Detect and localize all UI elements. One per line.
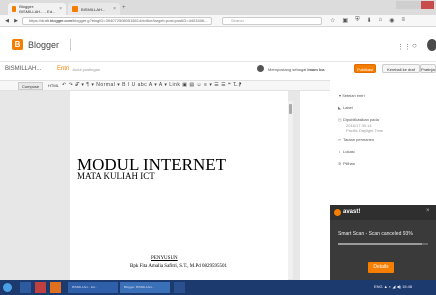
- status-prefix: Mempostang sebagai: [268, 67, 307, 72]
- word-icon[interactable]: [174, 282, 185, 293]
- document-penyusun: PENYUSUN: [151, 256, 178, 261]
- menu-icon[interactable]: ≡: [401, 17, 405, 24]
- tab-bismillah[interactable]: BISMILLAH... ×: [68, 3, 120, 15]
- home-icon[interactable]: ⌂: [379, 17, 383, 24]
- published-timezone: Pacific Daylight Time: [346, 128, 384, 133]
- maximize-button[interactable]: [408, 1, 422, 9]
- editor-toolbar: Compose HTML ↶ ↷ 𝒯 ▾ ¶ ▾ Normal ▾ B I U …: [0, 80, 330, 91]
- options-label: Pilihan: [343, 161, 356, 166]
- firefox-icon[interactable]: [50, 282, 61, 293]
- system-tray[interactable]: ENG ▲ ◐ ◢ ◀) 15:48: [374, 284, 412, 289]
- blogger-favicon-icon: [72, 6, 78, 12]
- publish-button[interactable]: Publikasi: [354, 64, 376, 73]
- settings-header[interactable]: ▾ Setelan entri: [339, 93, 365, 98]
- explorer-icon[interactable]: [20, 282, 31, 293]
- close-icon[interactable]: ×: [59, 6, 62, 12]
- notifications-icon[interactable]: ○: [412, 41, 417, 50]
- header-divider: [70, 39, 71, 51]
- browser-toolbar-icons: ☆ ▣ ⛨ ⬇ ⌂ ◉ ≡: [330, 17, 405, 24]
- editor-scrollbar[interactable]: [288, 101, 293, 279]
- blog-name[interactable]: BISMILLAH...: [5, 66, 41, 72]
- browser-search-input[interactable]: Search: [222, 17, 322, 25]
- blogger-header: B Blogger ⋮⋮ ○: [0, 28, 436, 62]
- preview-button[interactable]: Pratinjau: [420, 64, 436, 73]
- blogger-favicon-icon: [12, 6, 17, 12]
- document-subtitle: MATA KULIAH ICT: [77, 171, 155, 181]
- browser-toolbar: ◀ ▶ https://draft.blogger.com/blogger.g?…: [0, 15, 436, 27]
- back-icon[interactable]: ◀: [3, 17, 11, 25]
- url-path: /blogger.g?blogID=3940725080515614/edito…: [71, 18, 208, 23]
- window-close-button[interactable]: [421, 1, 435, 9]
- editor-area: MODUL INTERNET MATA KULIAH ICT PENYUSUN …: [0, 91, 300, 280]
- document-page[interactable]: MODUL INTERNET MATA KULIAH ICT PENYUSUN …: [70, 91, 288, 280]
- avast-name: avast!: [343, 209, 361, 215]
- blogger-title[interactable]: Blogger: [28, 40, 59, 50]
- avast-logo-icon: [334, 209, 341, 216]
- taskbar-task-browser[interactable]: BISMILLAH... Ed...: [68, 282, 118, 293]
- start-button[interactable]: [3, 283, 12, 292]
- settings-header-label: Setelan entri: [342, 93, 365, 98]
- avast-titlebar: avast! ×: [330, 205, 436, 220]
- media-player-icon[interactable]: [35, 282, 46, 293]
- entry-label: Entri: [57, 66, 70, 72]
- forward-icon[interactable]: ▶: [12, 17, 20, 25]
- scrollbar-thumb[interactable]: [289, 104, 292, 114]
- shield-icon[interactable]: ⛨: [355, 17, 360, 24]
- compose-mode-button[interactable]: Compose: [18, 82, 44, 90]
- window-controls: [396, 1, 435, 9]
- settings-permalink[interactable]: ∞ Tautan permanen: [338, 137, 374, 142]
- avast-progress-fill: [338, 243, 422, 245]
- revert-to-draft-button[interactable]: Kembali ke draf: [382, 64, 420, 73]
- document-author: Bpk Fita Amalia Safitri, S.T., M.Pd 0829…: [130, 264, 227, 269]
- tab-label: Blogger: BISMILLAH... - Ed...: [19, 4, 56, 14]
- tab-label: BISMILLAH...: [81, 6, 106, 12]
- avatar[interactable]: [427, 39, 436, 51]
- avast-notification: avast! × Smart Scan - Scan canceled 93% …: [330, 205, 436, 280]
- apps-grid-icon[interactable]: ⋮⋮: [397, 43, 411, 51]
- tab-blogger-editor[interactable]: Blogger: BISMILLAH... - Ed... ×: [8, 3, 66, 15]
- post-title-input[interactable]: Judul postingan: [72, 67, 100, 72]
- settings-options[interactable]: ✲ Pilihan: [338, 161, 355, 166]
- settings-published-on[interactable]: ◷ Dipublikasikan pada: [338, 117, 379, 122]
- avast-details-button[interactable]: Details: [368, 262, 394, 273]
- settings-labels[interactable]: ◣ Label: [338, 105, 353, 110]
- html-mode-button[interactable]: HTML: [45, 82, 62, 90]
- new-tab-button[interactable]: +: [122, 5, 126, 11]
- download-icon[interactable]: ⬇: [367, 17, 372, 24]
- browser-tab-strip: Blogger: BISMILLAH... - Ed... × BISMILLA…: [0, 0, 436, 15]
- extension-icon[interactable]: ◉: [389, 17, 394, 24]
- url-bar[interactable]: https://draft.blogger.com/blogger.g?blog…: [22, 17, 212, 25]
- close-icon[interactable]: ×: [426, 208, 430, 214]
- star-icon[interactable]: ☆: [330, 17, 335, 24]
- location-label: Lokasi: [343, 149, 355, 154]
- avast-progress-bar: [338, 243, 428, 245]
- settings-location[interactable]: ♁ Lokasi: [338, 149, 355, 154]
- user-icon: [257, 65, 264, 72]
- published-on-label: Dipublikasikan pada: [343, 117, 379, 122]
- labels-label: Label: [343, 105, 353, 110]
- blogger-logo-icon[interactable]: B: [12, 39, 23, 50]
- post-title-bar: BISMILLAH... Entri Judul postingan Mempo…: [0, 62, 436, 80]
- formatting-tools[interactable]: ↶ ↷ 𝒯 ▾ ¶ ▾ Normal ▾ B I U abc A ▾ A ▾ L…: [62, 82, 242, 88]
- url-prefix: https://draft.: [29, 18, 51, 23]
- posting-as-status: Mempostang sebagai Imam Ica: [268, 67, 325, 72]
- close-icon[interactable]: ×: [113, 6, 116, 12]
- status-user: Imam Ica: [307, 67, 325, 72]
- url-host: blogger.com: [50, 18, 72, 23]
- taskbar: BISMILLAH... Ed... Blogger: BISMILLAH...…: [0, 280, 436, 295]
- permalink-label: Tautan permanen: [343, 137, 375, 142]
- taskbar-task-blogger[interactable]: Blogger: BISMILLAH...: [120, 282, 170, 293]
- clipboard-icon[interactable]: ▣: [342, 17, 348, 24]
- search-placeholder: Search: [231, 18, 244, 23]
- avast-message: Smart Scan - Scan canceled 93%: [338, 231, 413, 237]
- minimize-button[interactable]: [396, 1, 409, 9]
